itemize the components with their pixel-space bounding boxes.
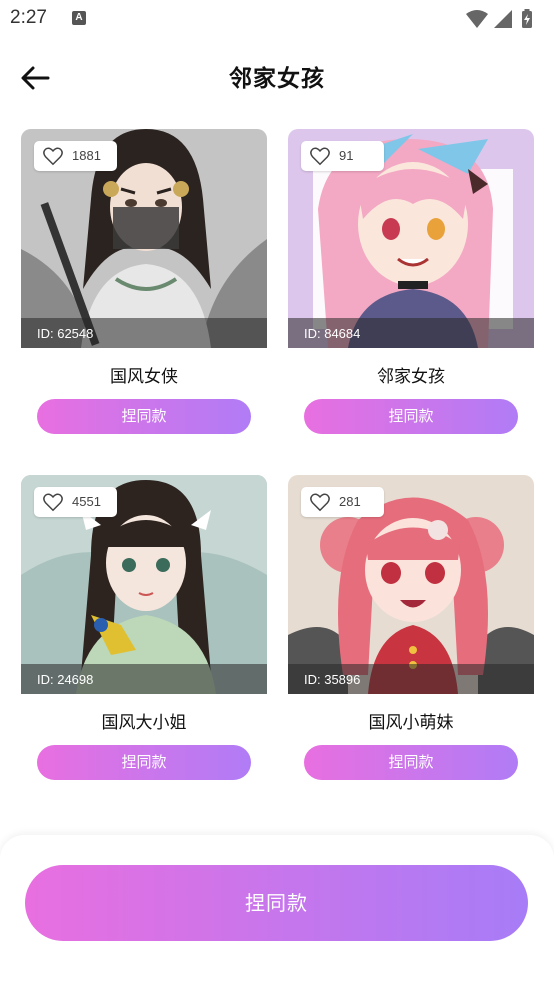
template-card-1[interactable]: 1881 ID: 62548 国风女侠 捏同款	[21, 129, 267, 434]
card-name: 国风大小姐	[101, 713, 187, 733]
template-card-3[interactable]: 4551 ID: 24698 国风大小姐 捏同款	[21, 475, 267, 780]
notification-a-icon: A	[72, 11, 86, 25]
like-button[interactable]: 91	[301, 141, 384, 171]
heart-icon	[310, 493, 330, 512]
heart-icon	[43, 493, 63, 512]
like-button[interactable]: 4551	[34, 487, 117, 517]
id-bar: ID: 35896	[288, 664, 534, 694]
main-make-same-button[interactable]: 捏同款	[25, 865, 528, 941]
card-name: 国风女侠	[110, 367, 178, 387]
like-count: 91	[339, 148, 354, 163]
card-id: ID: 84684	[304, 326, 361, 341]
wifi-icon	[466, 10, 488, 28]
id-bar: ID: 62548	[21, 318, 267, 348]
avatar-image[interactable]: 281 ID: 35896	[288, 475, 534, 694]
avatar-image[interactable]: 91 ID: 84684	[288, 129, 534, 348]
card-name: 国风小萌妹	[368, 713, 454, 733]
heart-icon	[43, 147, 63, 166]
like-button[interactable]: 1881	[34, 141, 117, 171]
status-icons	[466, 9, 532, 28]
like-count: 4551	[72, 494, 101, 509]
like-count: 1881	[72, 148, 101, 163]
card-id: ID: 24698	[37, 672, 94, 687]
avatar-image[interactable]: 4551 ID: 24698	[21, 475, 267, 694]
card-name: 邻家女孩	[377, 367, 445, 387]
make-same-button[interactable]: 捏同款	[37, 745, 251, 780]
template-card-2[interactable]: 91 ID: 84684 邻家女孩 捏同款	[288, 129, 534, 434]
template-card-4[interactable]: 281 ID: 35896 国风小萌妹 捏同款	[288, 475, 534, 780]
like-count: 281	[339, 494, 361, 509]
bottom-action-bar: 捏同款	[0, 835, 554, 995]
make-same-button[interactable]: 捏同款	[304, 399, 518, 434]
id-bar: ID: 24698	[21, 664, 267, 694]
status-time: 2:27	[10, 7, 47, 28]
status-bar: 2:27 A	[0, 0, 554, 38]
id-bar: ID: 84684	[288, 318, 534, 348]
like-button[interactable]: 281	[301, 487, 384, 517]
heart-icon	[310, 147, 330, 166]
signal-icon	[494, 10, 512, 28]
card-id: ID: 35896	[304, 672, 361, 687]
make-same-button[interactable]: 捏同款	[304, 745, 518, 780]
make-same-button[interactable]: 捏同款	[37, 399, 251, 434]
card-id: ID: 62548	[37, 326, 94, 341]
page-title: 邻家女孩	[229, 66, 325, 92]
avatar-image[interactable]: 1881 ID: 62548	[21, 129, 267, 348]
